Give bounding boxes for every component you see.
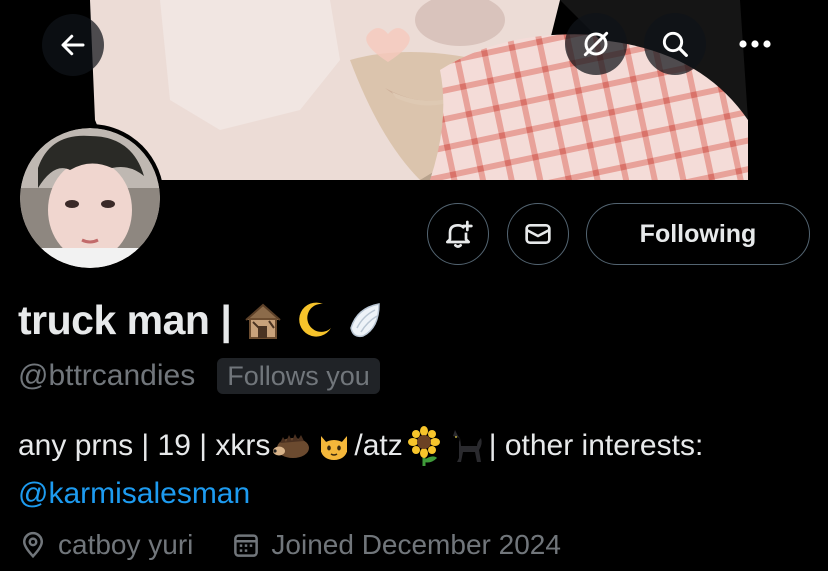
profile-meta: catboy yuri Joined December 2024: [18, 524, 561, 566]
more-button[interactable]: [724, 13, 786, 75]
bio-line-1: any prns | 19 | xkrs /atz | other intere…: [18, 422, 818, 470]
handle: @bttrcandies: [18, 359, 196, 392]
search-button[interactable]: [644, 13, 706, 75]
joined-item: Joined December 2024: [231, 529, 561, 561]
hedgehog-icon: [272, 431, 312, 461]
arrow-left-icon: [61, 34, 85, 56]
cat-face-icon: [316, 428, 352, 464]
black-cat-icon: [447, 428, 487, 464]
search-icon: [662, 31, 688, 57]
bio-text-1: any prns | 19 | xkrs: [18, 429, 271, 462]
grok-button[interactable]: [565, 13, 627, 75]
name-emojis: [241, 298, 385, 342]
back-button[interactable]: [42, 14, 104, 76]
following-button[interactable]: Following: [586, 203, 810, 265]
mention-link[interactable]: @karmisalesman: [18, 470, 250, 518]
notify-button[interactable]: [427, 203, 489, 265]
sunflower-icon: [405, 426, 443, 466]
grok-icon: [583, 31, 609, 57]
handle-row: @bttrcandies Follows you: [18, 356, 380, 396]
wing-icon: [350, 303, 381, 338]
avatar-photo: [20, 128, 160, 268]
joined-text: Joined December 2024: [271, 529, 561, 560]
crescent-moon-icon: [299, 302, 332, 337]
avatar[interactable]: [16, 124, 164, 272]
display-name: truck man |: [18, 296, 232, 343]
bio-line-2: @karmisalesman: [18, 470, 818, 518]
location-item: catboy yuri: [18, 529, 193, 561]
display-name-row: truck man |: [18, 295, 385, 345]
location-pin-icon: [22, 531, 44, 559]
bio: any prns | 19 | xkrs /atz | other intere…: [18, 422, 818, 518]
bio-text-2: /atz: [354, 429, 403, 462]
envelope-icon: [525, 224, 551, 244]
bell-plus-icon: [446, 220, 473, 248]
bio-text-3: | other interests:: [488, 429, 704, 462]
location-text: catboy yuri: [58, 529, 194, 560]
calendar-icon: [234, 534, 259, 557]
derelict-house-icon: [245, 303, 281, 339]
more-horizontal-icon: [739, 40, 771, 48]
follows-you-badge: Follows you: [217, 358, 380, 394]
message-button[interactable]: [507, 203, 569, 265]
